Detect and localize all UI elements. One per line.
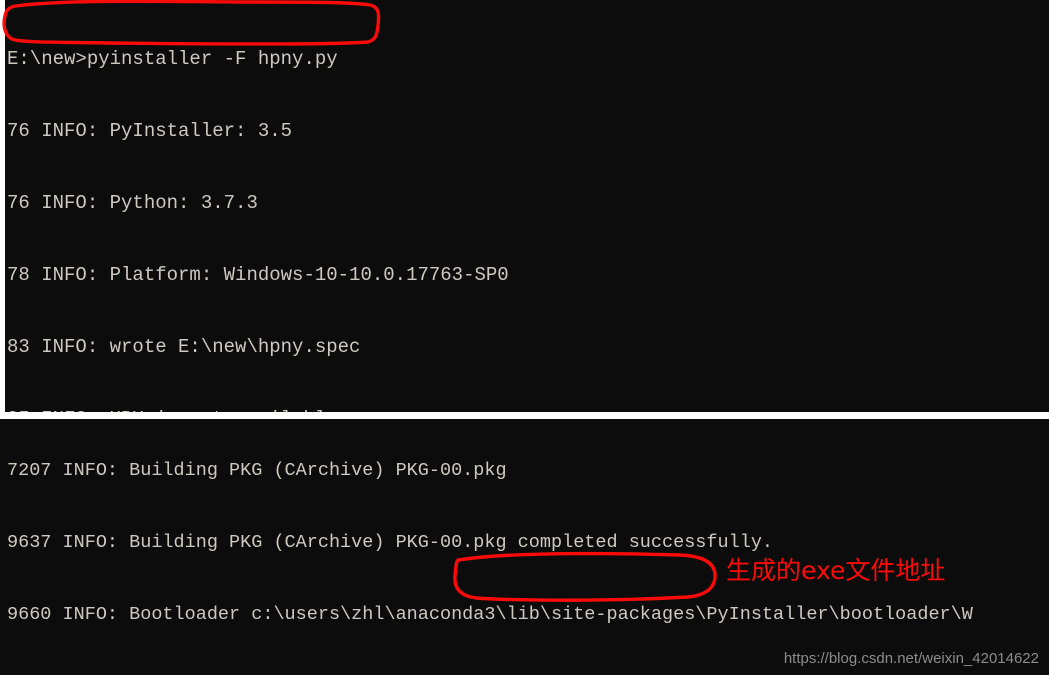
screenshot-root: E:\new>pyinstaller -F hpny.py 76 INFO: P… xyxy=(0,0,1049,675)
terminal-line: 7207 INFO: Building PKG (CArchive) PKG-0… xyxy=(7,460,507,481)
terminal-line: 83 INFO: wrote E:\new\hpny.spec xyxy=(7,336,361,358)
terminal-line: 78 INFO: Platform: Windows-10-10.0.17763… xyxy=(7,264,509,286)
terminal-output-top: E:\new>pyinstaller -F hpny.py 76 INFO: P… xyxy=(7,0,988,412)
terminal-line: 9660 INFO: Bootloader c:\users\zhl\anaco… xyxy=(7,604,973,625)
csdn-watermark: https://blog.csdn.net/weixin_42014622 xyxy=(783,650,1039,667)
terminal-line: 76 INFO: Python: 3.7.3 xyxy=(7,192,258,214)
screenshot-splice-seam xyxy=(0,412,1049,419)
terminal-line: E:\new>pyinstaller -F hpny.py xyxy=(7,48,338,70)
terminal-output-bottom: 7207 INFO: Building PKG (CArchive) PKG-0… xyxy=(7,419,973,675)
terminal-pane-bottom[interactable]: 7207 INFO: Building PKG (CArchive) PKG-0… xyxy=(0,419,1049,675)
annotation-caption: 生成的exe文件地址 xyxy=(726,556,946,585)
terminal-pane-top[interactable]: E:\new>pyinstaller -F hpny.py 76 INFO: P… xyxy=(5,0,1049,412)
terminal-line: 76 INFO: PyInstaller: 3.5 xyxy=(7,120,293,142)
terminal-line: 9637 INFO: Building PKG (CArchive) PKG-0… xyxy=(7,532,774,553)
